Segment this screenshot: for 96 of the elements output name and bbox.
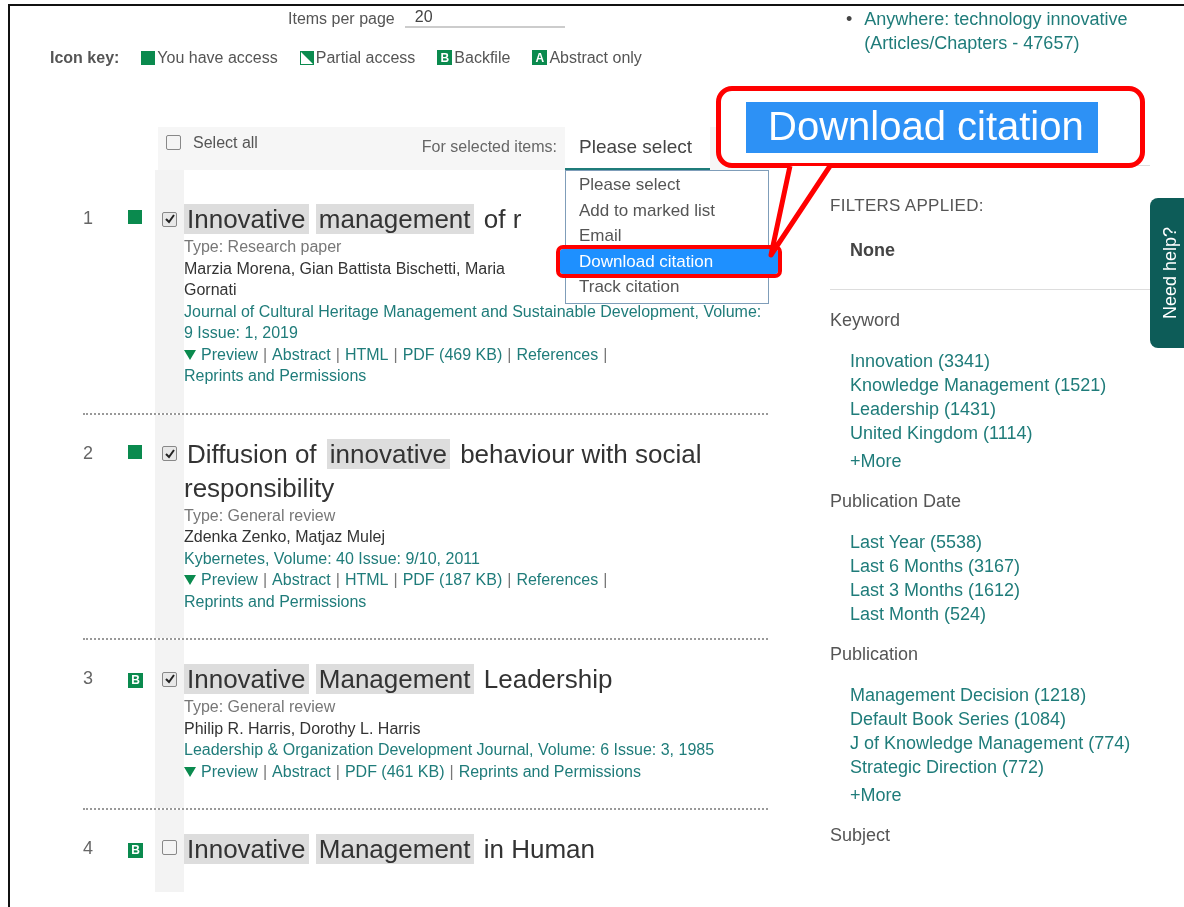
items-per-page-label: Items per page <box>288 9 395 29</box>
facet-link[interactable]: Last 3 Months (1612) <box>850 578 1140 602</box>
result-number: 4 <box>83 837 94 861</box>
result-authors: Zdenka Zenko, Matjaz Mulej <box>184 527 385 548</box>
result-authors: Philip R. Harris, Dorothy L. Harris <box>184 718 421 739</box>
link-separator: | <box>393 570 398 591</box>
result-link[interactable]: Abstract <box>272 343 331 366</box>
result-number: 2 <box>83 441 94 465</box>
result-link[interactable]: PDF (469 KB) <box>402 343 503 366</box>
result-title[interactable]: Innovative Management Leadership <box>184 662 616 697</box>
result-source[interactable]: Journal of Cultural Heritage Management and Sustainable Development, Volume: 9 Issue: 1, 2019 <box>184 300 768 344</box>
for-selected-label: For selected items: <box>421 138 557 157</box>
icon-key-label: Icon key: <box>50 48 120 68</box>
more-link[interactable]: +More <box>850 449 1160 473</box>
result-link[interactable]: Preview <box>201 569 258 591</box>
expand-triangle-icon[interactable] <box>184 766 196 777</box>
expand-triangle-icon[interactable] <box>184 349 196 360</box>
icon-key-text: Abstract only <box>549 48 642 68</box>
facet-title: Publication Date <box>830 491 963 512</box>
result-link[interactable]: Reprints and Permissions <box>184 590 367 613</box>
result-type: Type: General review <box>184 697 336 718</box>
result-link[interactable]: Preview <box>201 343 258 366</box>
checkbox[interactable] <box>162 211 177 227</box>
link-separator: | <box>603 570 608 591</box>
icon-key-text: You have access <box>157 48 278 68</box>
result-link[interactable]: HTML <box>344 343 389 366</box>
link-separator: | <box>449 761 454 782</box>
result-link[interactable]: Reprints and Permissions <box>184 365 367 387</box>
result-title[interactable]: Diffusion of innovative behaviour with social responsibility <box>184 436 768 505</box>
bullet-mark: • <box>846 8 853 31</box>
facet-link[interactable]: Last 6 Months (3167) <box>850 554 1140 578</box>
checkbox[interactable] <box>162 840 177 856</box>
more-link[interactable]: +More <box>850 783 1160 807</box>
facet-title: Publication <box>830 644 920 665</box>
checkbox[interactable] <box>162 671 177 687</box>
icon-key-text: Partial access <box>315 48 416 68</box>
result-link[interactable]: PDF (187 KB) <box>402 569 503 591</box>
result-authors: Marzia Morena, Gian Battista Bischetti, Maria Gornati <box>184 258 506 301</box>
link-separator: | <box>603 344 608 365</box>
result-link[interactable]: Preview <box>201 760 258 783</box>
result-source[interactable]: Leadership & Organization Development Journal, Volume: 6 Issue: 3, 1985 <box>184 739 715 761</box>
facet-title: Keyword <box>830 310 902 331</box>
facet-link[interactable]: Last Year (5538) <box>850 530 1140 554</box>
facet-link[interactable]: Default Book Series (1084) <box>850 707 1140 731</box>
facet-link[interactable]: J of Knowledge Management (774) <box>850 731 1140 755</box>
callout-text: Download citation <box>746 101 1098 153</box>
help-tab[interactable]: Need help? <box>1150 198 1184 348</box>
facet-link[interactable]: Last Month (524) <box>850 602 1140 626</box>
filters-applied-value: None <box>850 240 896 261</box>
result-title[interactable]: Innovative management of r <box>184 202 525 237</box>
facet-link[interactable]: Leadership (1431) <box>850 397 1140 421</box>
result-link[interactable]: HTML <box>344 569 389 591</box>
partial-access-icon <box>299 50 314 65</box>
facet-link[interactable]: Strategic Direction (772) <box>850 755 1140 779</box>
action-select[interactable]: Please select <box>565 127 710 171</box>
result-link[interactable]: Abstract <box>272 569 331 591</box>
result-type: Type: Research paper <box>184 237 342 258</box>
full-access-icon <box>141 50 156 65</box>
full-access-icon <box>128 444 142 459</box>
link-separator: | <box>393 344 398 365</box>
select-all-label: Select all <box>193 133 258 153</box>
result-type: Type: General review <box>184 505 336 526</box>
result-link[interactable]: Abstract <box>272 760 331 783</box>
result-link[interactable]: References <box>516 569 599 591</box>
result-link[interactable]: References <box>516 343 599 366</box>
search-term: Anywhere: technology innovative (Articles/Chapters - 47657) <box>864 8 1129 55</box>
facet-link[interactable]: Knowledge Management (1521) <box>850 373 1140 397</box>
result-number: 1 <box>83 207 94 231</box>
result-link[interactable]: PDF (461 KB) <box>344 760 445 783</box>
link-separator: | <box>262 344 268 365</box>
items-per-page-select[interactable]: 20 <box>404 7 565 29</box>
link-separator: | <box>335 344 340 365</box>
result-title[interactable]: Innovative Management in Human <box>184 832 599 867</box>
link-separator: | <box>507 344 512 365</box>
backfile-badge: B <box>128 672 143 688</box>
facet-title: Subject <box>830 825 892 846</box>
link-separator: | <box>335 570 340 591</box>
full-access-icon <box>128 210 142 225</box>
facet-link[interactable]: Management Decision (1218) <box>850 683 1140 707</box>
facet-link[interactable]: Innovation (3341) <box>850 349 1140 373</box>
filters-applied-label: FILTERS APPLIED: <box>830 196 985 216</box>
link-separator: | <box>335 761 340 782</box>
icon-key-text: Backfile <box>454 48 511 68</box>
expand-triangle-icon[interactable] <box>184 575 196 586</box>
backfile-badge: B <box>128 842 143 858</box>
checkbox[interactable] <box>162 446 177 462</box>
result-number: 3 <box>83 667 94 691</box>
link-separator: | <box>262 761 268 782</box>
checkbox[interactable] <box>166 135 181 151</box>
abstract-badge: A <box>532 50 548 66</box>
backfile-badge: B <box>437 50 453 66</box>
facet-link[interactable]: United Kingdom (1114) <box>850 421 1140 445</box>
link-separator: | <box>262 570 268 591</box>
result-source[interactable]: Kybernetes, Volume: 40 Issue: 9/10, 2011 <box>184 547 480 570</box>
result-link[interactable]: Reprints and Permissions <box>458 760 641 783</box>
link-separator: | <box>507 570 512 591</box>
